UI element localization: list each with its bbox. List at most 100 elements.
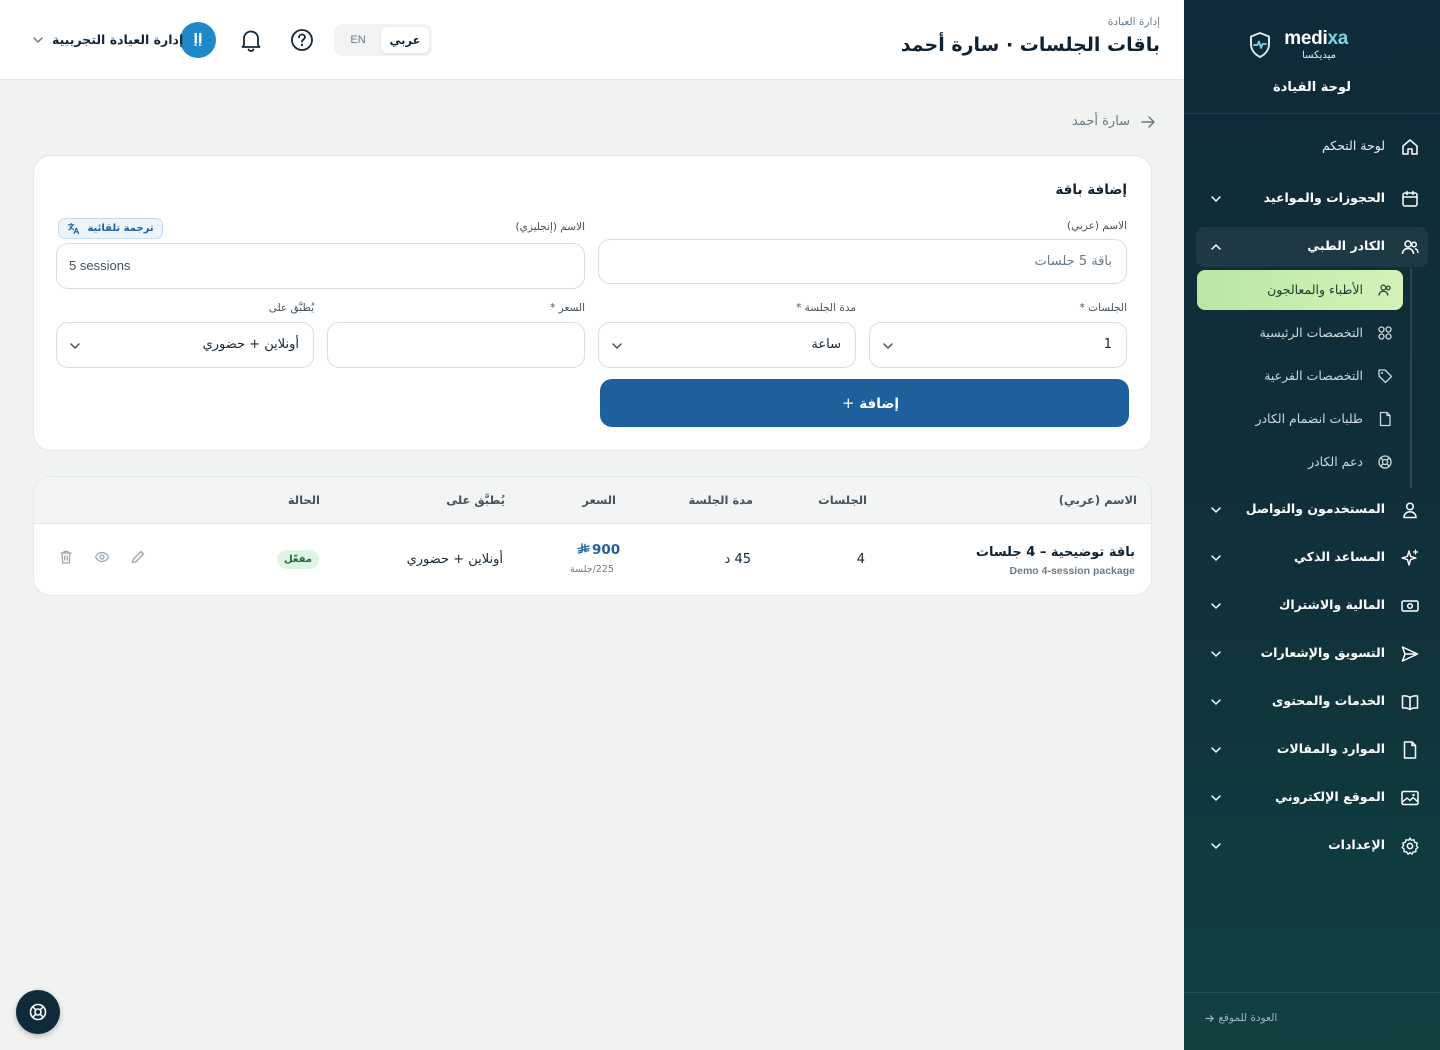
file-icon (1403, 741, 1417, 759)
auto-translate-button[interactable]: ترجمة تلقائية (58, 218, 163, 239)
chevron-down-icon (1211, 555, 1221, 561)
subnav-item-staff-requests[interactable]: طلبات انضمام الكادر (1197, 399, 1403, 439)
subnav-item-main-specialties[interactable]: التخصصات الرئيسية (1197, 313, 1403, 353)
nav-item-resources[interactable]: الموارد والمقالات (1196, 730, 1428, 770)
nav-item-label: الخدمات والمحتوى (1271, 693, 1385, 708)
chevron-down-icon (1211, 507, 1221, 513)
tag-icon (1378, 369, 1393, 384)
subnav-item-staff-support[interactable]: دعم الكادر (1197, 442, 1403, 482)
grid-icon (1378, 326, 1392, 340)
lang-option-english[interactable]: EN (337, 27, 379, 53)
applies-label: يُطبَّق على (268, 302, 314, 314)
help-circle-icon[interactable] (288, 26, 316, 54)
status-badge: مفعّل (277, 550, 319, 569)
nav-item-bookings[interactable]: الحجوزات والمواعيد (1196, 179, 1428, 219)
auto-translate-label: ترجمة تلقائية (87, 223, 154, 234)
name-en-placeholder: 5 sessions (69, 258, 131, 273)
column-header: الحالة (287, 493, 320, 507)
sessions-label: الجلسات * (1079, 302, 1127, 314)
edit-icon[interactable] (130, 549, 146, 565)
applies-value: أونلاين + حضوري (202, 337, 299, 352)
nav-item-label: الموارد والمقالات (1276, 741, 1385, 756)
calendar-icon (1402, 190, 1418, 207)
add-package-button[interactable]: إضافة + (600, 379, 1129, 427)
column-header: الجلسات (818, 493, 867, 507)
nav-item-label: المستخدمون والتواصل (1245, 501, 1385, 516)
name-ar-field[interactable]: باقة 5 جلسات (598, 239, 1127, 284)
nav-item-label: لوحة التحكم (1321, 138, 1385, 153)
nav-item-services[interactable]: الخدمات والمحتوى (1196, 682, 1428, 722)
name-ar-label: الاسم (عربي) (1067, 220, 1127, 232)
nav-item-finance[interactable]: المالية والاشتراك (1196, 586, 1428, 626)
money-icon (1401, 600, 1419, 612)
column-header: مدة الجلسة (688, 493, 753, 507)
page-title: باقات الجلسات · سارة أحمد (900, 34, 1160, 56)
column-header: السعر (582, 493, 616, 507)
subnav-item-label: طلبات انضمام الكادر (1255, 411, 1363, 426)
duration-label: مدة الجلسة * (796, 302, 856, 314)
avatar[interactable]: إإ (180, 22, 216, 58)
chevron-down-icon (1211, 843, 1221, 849)
home-icon (1402, 139, 1418, 155)
chevron-down-icon (1211, 795, 1221, 801)
price-label: السعر * (550, 302, 585, 314)
sessions-select[interactable]: 1 (869, 322, 1127, 368)
column-header: يُطبَّق على (446, 493, 505, 507)
subnav-item-label: التخصصات الفرعية (1264, 368, 1363, 383)
lifebuoy-icon (29, 1003, 47, 1021)
lang-option-arabic[interactable]: عربي (381, 27, 429, 53)
language-switch: عربي EN (334, 24, 432, 56)
brand-name-en: medixa (1284, 28, 1348, 49)
panel-title: لوحة القيادة (1272, 80, 1352, 95)
nav-item-medical-staff[interactable]: الكادر الطبي (1196, 227, 1428, 267)
subnav-item-label: دعم الكادر (1308, 454, 1363, 469)
subnav-item-doctors[interactable]: الأطباء والمعالجون (1197, 270, 1403, 310)
chevron-down-icon (1211, 747, 1221, 753)
nav-item-users[interactable]: المستخدمون والتواصل (1196, 490, 1428, 530)
nav-item-label: المساعد الذكي (1294, 549, 1385, 564)
arrow-right-icon (1141, 115, 1155, 128)
bell-icon[interactable] (237, 26, 265, 54)
subnav-item-sub-specialties[interactable]: التخصصات الفرعية (1197, 356, 1403, 396)
top-header: إدارة العيادة باقات الجلسات · سارة أحمد … (0, 0, 1184, 80)
nav-item-label: الحجوزات والمواعيد (1263, 190, 1385, 205)
nav-item-label: الكادر الطبي (1307, 238, 1385, 253)
arrow-right-icon (1205, 1014, 1214, 1022)
brand-logo[interactable]: medixa ميديكسا (1184, 28, 1440, 72)
column-header: الاسم (عربي) (1058, 493, 1137, 507)
trash-icon[interactable] (58, 549, 74, 565)
back-to-site-link[interactable]: العودة للموقع (1200, 1012, 1277, 1024)
nav-item-website[interactable]: الموقع الإلكتروني (1196, 778, 1428, 818)
chevron-down-icon (1211, 603, 1221, 609)
divider (1184, 113, 1440, 114)
sidebar: medixa ميديكسا لوحة القيادة لوحة التحكم … (1184, 0, 1440, 1050)
eye-icon[interactable] (94, 549, 110, 565)
nav-item-dashboard[interactable]: لوحة التحكم (1196, 127, 1428, 167)
lifebuoy-icon (1378, 455, 1392, 469)
name-en-field[interactable]: 5 sessions (56, 243, 585, 289)
nav-item-label: التسويق والإشعارات (1260, 645, 1385, 660)
breadcrumb[interactable]: إدارة العيادة (1108, 16, 1160, 28)
subnav-item-label: التخصصات الرئيسية (1259, 325, 1363, 340)
duration-select[interactable]: ساعة (598, 322, 856, 368)
chevron-down-icon[interactable] (32, 34, 44, 46)
support-fab[interactable] (16, 990, 60, 1034)
send-icon (1401, 646, 1419, 662)
nav-item-label: الإعدادات (1328, 837, 1385, 852)
price-input[interactable] (327, 322, 585, 368)
users-icon (1401, 240, 1419, 255)
sessions-value: 1 (1103, 337, 1112, 352)
user-menu-name[interactable]: إدارة العيادة التجريبية (52, 32, 183, 47)
subnav-item-label: الأطباء والمعالجون (1267, 282, 1363, 297)
nav-item-settings[interactable]: الإعدادات (1196, 826, 1428, 866)
add-package-card: إضافة باقة الاسم (عربي) باقة 5 جلسات الا… (33, 155, 1152, 451)
brand-name-ar: ميديكسا (1302, 50, 1336, 61)
back-to-site-label: العودة للموقع (1218, 1012, 1278, 1024)
translate-icon (67, 222, 80, 234)
back-link[interactable]: سارة أحمد (1072, 114, 1156, 129)
applies-select[interactable]: أونلاين + حضوري (56, 322, 314, 368)
nav-item-ai-assistant[interactable]: المساعد الذكي (1196, 538, 1428, 578)
chevron-down-icon (1211, 196, 1221, 202)
nav-item-label: الموقع الإلكتروني (1275, 789, 1385, 804)
nav-item-marketing[interactable]: التسويق والإشعارات (1196, 634, 1428, 674)
